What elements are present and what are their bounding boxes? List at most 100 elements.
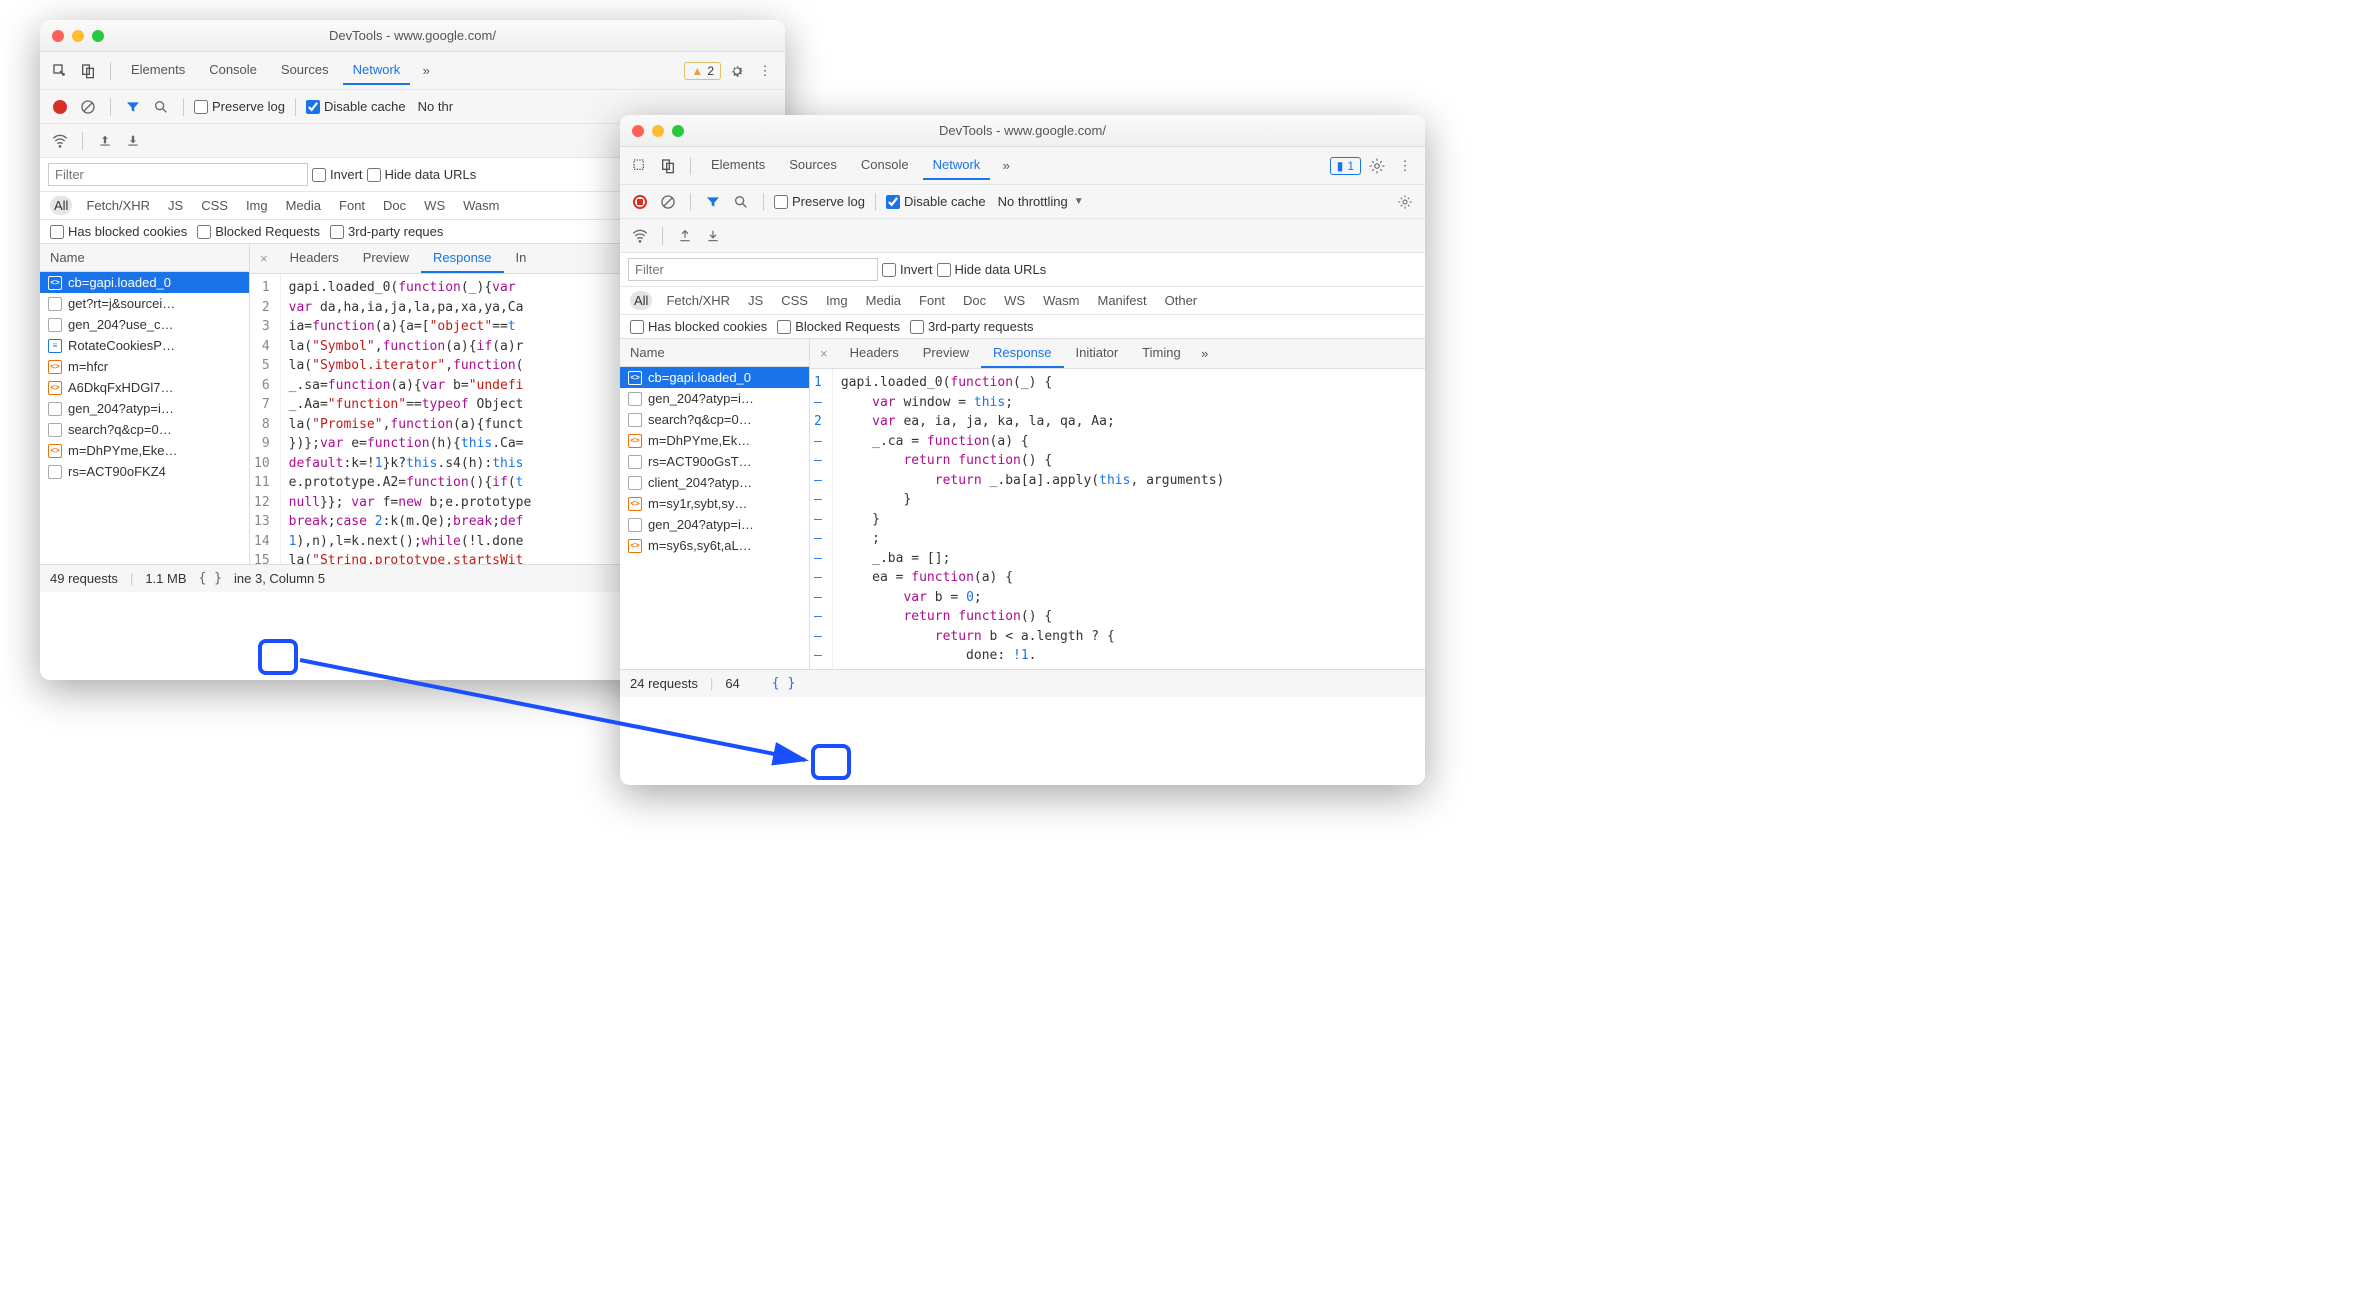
gear-icon[interactable] <box>1393 190 1417 214</box>
tab-preview[interactable]: Preview <box>911 339 981 368</box>
traffic-lights[interactable] <box>52 30 104 42</box>
request-row[interactable]: gen_204?atyp=i… <box>620 388 809 409</box>
request-row[interactable]: <>A6DkqFxHDGl7… <box>40 377 249 398</box>
filter-all[interactable]: All <box>630 291 652 310</box>
invert-checkbox[interactable]: Invert <box>312 167 363 182</box>
tab-elements[interactable]: Elements <box>701 151 775 180</box>
more-tabs-icon[interactable]: » <box>994 154 1018 178</box>
request-row[interactable]: gen_204?atyp=i… <box>40 398 249 419</box>
inspect-icon[interactable] <box>628 154 652 178</box>
pretty-print-button[interactable]: { } <box>772 676 795 691</box>
tab-timing[interactable]: Timing <box>1130 339 1193 368</box>
request-label: cb=gapi.loaded_0 <box>68 275 171 290</box>
request-row[interactable]: rs=ACT90oFKZ4 <box>40 461 249 482</box>
clear-icon[interactable] <box>76 95 100 119</box>
tab-sources[interactable]: Sources <box>271 56 339 85</box>
request-row[interactable]: <>m=DhPYme,Ek… <box>620 430 809 451</box>
download-icon[interactable] <box>701 224 725 248</box>
tab-console[interactable]: Console <box>851 151 919 180</box>
third-party-checkbox[interactable]: 3rd-party requests <box>910 319 1034 334</box>
request-row[interactable]: <>m=sy6s,sy6t,aL… <box>620 535 809 556</box>
name-column-header[interactable]: Name <box>620 339 809 367</box>
request-row[interactable]: gen_204?atyp=i… <box>620 514 809 535</box>
tab-response[interactable]: Response <box>421 244 504 273</box>
filter-all[interactable]: All <box>50 196 72 215</box>
filter-input[interactable] <box>628 258 878 281</box>
tab-initiator[interactable]: Initiator <box>1064 339 1131 368</box>
network-conditions-icon[interactable] <box>48 129 72 153</box>
request-row[interactable]: search?q&cp=0… <box>40 419 249 440</box>
tab-console[interactable]: Console <box>199 56 267 85</box>
tab-preview[interactable]: Preview <box>351 244 421 273</box>
blocked-requests-checkbox[interactable]: Blocked Requests <box>777 319 900 334</box>
close-icon[interactable]: × <box>250 251 278 266</box>
upload-icon[interactable] <box>93 129 117 153</box>
preserve-log-checkbox[interactable]: Preserve log <box>194 99 285 114</box>
name-column-header[interactable]: Name <box>40 244 249 272</box>
search-icon[interactable] <box>729 190 753 214</box>
request-row[interactable]: <>m=sy1r,sybt,sy… <box>620 493 809 514</box>
request-row[interactable]: <>cb=gapi.loaded_0 <box>620 367 809 388</box>
third-party-checkbox[interactable]: 3rd-party reques <box>330 224 443 239</box>
request-row[interactable]: <>cb=gapi.loaded_0 <box>40 272 249 293</box>
blocked-requests-checkbox[interactable]: Blocked Requests <box>197 224 320 239</box>
request-row[interactable]: <>m=hfcr <box>40 356 249 377</box>
tab-headers[interactable]: Headers <box>278 244 351 273</box>
blocked-cookies-checkbox[interactable]: Has blocked cookies <box>630 319 767 334</box>
kebab-icon[interactable]: ⋮ <box>753 59 777 83</box>
gear-icon[interactable] <box>725 59 749 83</box>
minimize-icon[interactable] <box>652 125 664 137</box>
request-row[interactable]: ≡RotateCookiesP… <box>40 335 249 356</box>
tab-sources[interactable]: Sources <box>779 151 847 180</box>
record-icon[interactable] <box>48 95 72 119</box>
traffic-lights[interactable] <box>632 125 684 137</box>
hide-data-urls-checkbox[interactable]: Hide data URLs <box>367 167 477 182</box>
more-tabs-icon[interactable]: » <box>1193 342 1217 366</box>
hide-data-urls-checkbox[interactable]: Hide data URLs <box>937 262 1047 277</box>
filter-icon[interactable] <box>121 95 145 119</box>
device-icon[interactable] <box>76 59 100 83</box>
throttling-dropdown[interactable]: No throttling▼ <box>990 194 1084 209</box>
close-icon[interactable]: × <box>810 346 838 361</box>
download-icon[interactable] <box>121 129 145 153</box>
request-row[interactable]: rs=ACT90oGsT… <box>620 451 809 472</box>
request-row[interactable]: client_204?atyp… <box>620 472 809 493</box>
tab-network[interactable]: Network <box>343 56 411 85</box>
tab-headers[interactable]: Headers <box>838 339 911 368</box>
request-row[interactable]: search?q&cp=0… <box>620 409 809 430</box>
kebab-icon[interactable]: ⋮ <box>1393 154 1417 178</box>
minimize-icon[interactable] <box>72 30 84 42</box>
record-icon[interactable] <box>628 190 652 214</box>
tab-network[interactable]: Network <box>923 151 991 180</box>
preserve-log-checkbox[interactable]: Preserve log <box>774 194 865 209</box>
network-conditions-icon[interactable] <box>628 224 652 248</box>
warning-badge[interactable]: ▲2 <box>684 62 721 80</box>
throttling-dropdown[interactable]: No thr <box>410 99 453 114</box>
inspect-icon[interactable] <box>48 59 72 83</box>
tab-response[interactable]: Response <box>981 339 1064 368</box>
disable-cache-checkbox[interactable]: Disable cache <box>306 99 406 114</box>
disable-cache-checkbox[interactable]: Disable cache <box>886 194 986 209</box>
blocked-cookies-checkbox[interactable]: Has blocked cookies <box>50 224 187 239</box>
message-badge[interactable]: ▮1 <box>1330 157 1361 175</box>
request-row[interactable]: gen_204?use_c… <box>40 314 249 335</box>
more-tabs-icon[interactable]: » <box>414 59 438 83</box>
filter-icon[interactable] <box>701 190 725 214</box>
maximize-icon[interactable] <box>672 125 684 137</box>
search-icon[interactable] <box>149 95 173 119</box>
tab-elements[interactable]: Elements <box>121 56 195 85</box>
type-filters[interactable]: All Fetch/XHR JS CSS Img Media Font Doc … <box>620 287 1425 315</box>
filter-input[interactable] <box>48 163 308 186</box>
close-icon[interactable] <box>632 125 644 137</box>
gear-icon[interactable] <box>1365 154 1389 178</box>
pretty-print-button[interactable]: { } <box>199 571 222 586</box>
clear-icon[interactable] <box>656 190 680 214</box>
request-row[interactable]: get?rt=j&sourcei… <box>40 293 249 314</box>
device-icon[interactable] <box>656 154 680 178</box>
request-row[interactable]: <>m=DhPYme,Eke… <box>40 440 249 461</box>
invert-checkbox[interactable]: Invert <box>882 262 933 277</box>
maximize-icon[interactable] <box>92 30 104 42</box>
upload-icon[interactable] <box>673 224 697 248</box>
close-icon[interactable] <box>52 30 64 42</box>
tab-initiator[interactable]: In <box>504 244 539 273</box>
